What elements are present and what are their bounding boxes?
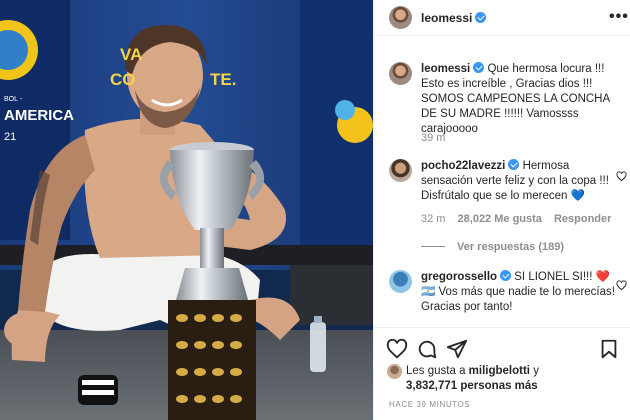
caption-time[interactable]: 39 m <box>421 132 445 144</box>
post-header: leomessi ••• <box>374 0 630 36</box>
likes-prefix: Les gusta a <box>406 365 469 377</box>
argentina-flag-emoji: 🇦🇷 <box>421 286 436 298</box>
post-side-panel: leomessi ••• leomessi Que hermosa locura… <box>373 0 630 420</box>
blue-heart-emoji: 💙 <box>570 190 585 202</box>
photo-scene: VA CO TE. AMERICA BOL - 21 <box>0 0 373 420</box>
comment-meta: 32 m 28,022 Me gusta Responder <box>421 213 620 225</box>
heart-icon[interactable] <box>386 338 408 360</box>
comment-text-block: pocho22lavezzi Hermosa sensación verte f… <box>421 159 621 204</box>
more-options-icon[interactable]: ••• <box>609 8 629 26</box>
verified-icon <box>500 270 512 281</box>
author-username[interactable]: leomessi <box>421 11 487 25</box>
comment-text: SI LIONEL SI!!! <box>514 271 596 283</box>
post-timestamp[interactable]: HACE 39 MINUTOS <box>389 400 470 409</box>
comment-username[interactable]: gregorossello <box>421 271 497 283</box>
post-photo[interactable]: VA CO TE. AMERICA BOL - 21 <box>0 0 373 420</box>
verified-icon <box>475 12 487 23</box>
wall-left-small: BOL - <box>4 96 23 103</box>
instagram-post: VA CO TE. AMERICA BOL - 21 leomessi ••• … <box>0 0 630 420</box>
wall-text-mid: CO <box>110 70 136 89</box>
liker-username[interactable]: miligbelotti <box>469 365 530 377</box>
comment-username[interactable]: pocho22lavezzi <box>421 160 505 172</box>
liker-avatar[interactable] <box>387 364 402 379</box>
comment-icon[interactable] <box>416 338 438 360</box>
comment-likes[interactable]: 28,022 Me gusta <box>458 213 542 225</box>
wall-left-text: AMERICA <box>4 107 74 124</box>
wall-text-top: VA <box>120 45 142 64</box>
replies-divider <box>421 246 445 247</box>
caption-avatar[interactable] <box>389 62 412 85</box>
comment-avatar[interactable] <box>389 270 412 293</box>
comment-text-block: gregorossello SI LIONEL SI!!! ❤️ 🇦🇷 Vos … <box>421 270 621 315</box>
likes-joiner: y <box>530 365 539 377</box>
author-username-text[interactable]: leomessi <box>421 11 472 25</box>
verified-icon <box>473 62 485 73</box>
view-replies-button[interactable]: Ver respuestas (189) <box>421 241 564 253</box>
save-icon[interactable] <box>598 338 620 360</box>
caption-username[interactable]: leomessi <box>421 63 470 75</box>
verified-icon <box>508 159 520 170</box>
likes-text: Les gusta a miligbelotti y 3,832,771 per… <box>406 364 626 394</box>
caption-text-block: leomessi Que hermosa locura !!! Esto es … <box>421 62 621 137</box>
comment-time[interactable]: 32 m <box>421 213 445 225</box>
comment-like-heart-icon[interactable] <box>616 280 627 291</box>
red-heart-emoji: ❤️ <box>595 271 610 283</box>
reply-button[interactable]: Responder <box>554 213 611 225</box>
wall-left-num: 21 <box>4 131 16 143</box>
comment-avatar[interactable] <box>389 159 412 182</box>
comment-text-cont: Vos más que nadie te lo merecías! Gracia… <box>421 286 615 313</box>
comment-like-heart-icon[interactable] <box>616 171 627 182</box>
share-icon[interactable] <box>446 338 468 360</box>
author-avatar[interactable] <box>389 6 412 29</box>
view-replies-label[interactable]: Ver respuestas (189) <box>457 241 564 253</box>
likes-count[interactable]: 3,832,771 personas más <box>406 380 538 392</box>
wall-text-right: TE. <box>210 70 236 89</box>
